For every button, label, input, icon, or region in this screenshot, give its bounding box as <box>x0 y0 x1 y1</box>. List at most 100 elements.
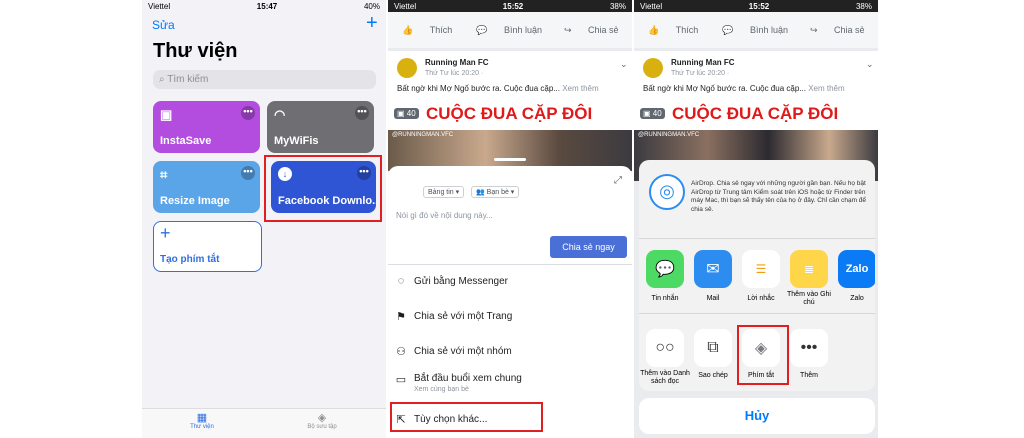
post-text: Bất ngờ khi Mợ Ngố bước ra. Cuộc đua cặp… <box>643 84 845 93</box>
post-action-bar: 👍 Thích 💬 Bình luận ↪ Chia sẻ <box>388 12 632 48</box>
notes-icon[interactable]: ≣ <box>790 250 828 288</box>
clock: 15:52 <box>748 1 770 11</box>
shortcut-label: Resize Image <box>160 195 230 207</box>
watch-party-icon: ▭ <box>395 374 407 386</box>
more-icon[interactable]: ••• <box>241 166 255 180</box>
search-input[interactable]: ⌕ Tìm kiếm <box>153 70 376 89</box>
group-icon: ⚇ <box>396 346 406 358</box>
video-thumbnail[interactable]: @RUNNINGMAN.VFC <box>388 130 632 171</box>
tab-library[interactable]: ▦ Thư viện <box>182 412 222 430</box>
cancel-button[interactable]: Hủy <box>639 398 875 434</box>
status-bar: Viettel 15:52 38% <box>388 0 632 12</box>
more-icon[interactable]: ••• <box>355 106 369 120</box>
app-label: Mail <box>706 295 720 302</box>
ios-share-sheet-screen: Viettel 15:52 38% 👍 Thích 💬 Bình luận ↪ … <box>634 0 878 438</box>
create-shortcut-button[interactable]: + Tạo phím tắt <box>153 221 262 272</box>
see-more-link[interactable]: Xem thêm <box>562 84 598 93</box>
battery: 38% <box>609 1 626 11</box>
wifi-icon: ◠ <box>274 107 286 122</box>
audience-friends-select[interactable]: 👥 Bạn bè ▾ <box>471 186 520 198</box>
page-name[interactable]: Running Man FC <box>425 58 489 67</box>
app-label: Tin nhắn <box>651 295 679 302</box>
messages-icon[interactable]: 💬 <box>646 250 684 288</box>
status-bar: Viettel 15:52 38% <box>634 0 878 12</box>
activity-sheet: ◎ AirDrop. Chia sẻ ngay với những người … <box>639 160 875 391</box>
share-text-input[interactable]: Nói gì đó về nội dung này... <box>396 211 493 220</box>
share-button[interactable]: ↪ Chia sẻ <box>564 25 619 36</box>
comment-button[interactable]: 💬 Bình luận <box>476 25 542 36</box>
avatar[interactable] <box>643 58 663 78</box>
more-icon[interactable]: ⌄ <box>620 59 628 70</box>
avatar[interactable] <box>397 58 417 78</box>
more-icon[interactable]: ••• <box>241 106 255 120</box>
create-shortcut-label: Tạo phím tắt <box>160 254 220 265</box>
grid-icon: ▦ <box>196 412 208 424</box>
flag-icon: ⚑ <box>396 311 406 323</box>
divider <box>639 313 875 314</box>
comment-button[interactable]: 💬 Bình luận <box>722 25 788 36</box>
highlight-box <box>264 155 382 222</box>
post-time: Thứ Tư lúc 20:20 · <box>425 70 484 77</box>
mail-icon[interactable]: ✉ <box>694 250 732 288</box>
share-sheet: ⤢ Bảng tin ▾ 👥 Bạn bè ▾ Nói gì đó về nội… <box>388 158 632 438</box>
shortcut-mywifis[interactable]: ◠ ••• MyWiFis <box>267 101 374 153</box>
drag-handle[interactable] <box>494 158 526 161</box>
menu-watch-party[interactable]: ▭ Bắt đầu buổi xem chung Xem cùng bạn bè <box>394 373 630 393</box>
highlight-box <box>390 402 543 432</box>
more-icon[interactable]: ••• <box>790 329 828 367</box>
divider <box>639 238 875 239</box>
audience-feed-select[interactable]: Bảng tin ▾ <box>423 186 465 198</box>
expand-icon[interactable]: ⤢ <box>614 175 622 186</box>
app-label: Lời nhắc <box>747 295 775 302</box>
like-button[interactable]: 👍 Thích <box>402 25 452 36</box>
app-label: Thêm vào Ghi chú <box>787 291 831 306</box>
menu-messenger[interactable]: ◌ Gửi bằng Messenger <box>394 275 630 287</box>
divider <box>388 264 632 265</box>
photo-count: ▣ 40 <box>640 108 665 119</box>
search-placeholder: Tìm kiếm <box>167 74 209 85</box>
menu-share-page[interactable]: ⚑ Chia sẻ với một Trang <box>394 310 630 323</box>
reminders-icon[interactable]: ☰ <box>742 250 780 288</box>
like-button[interactable]: 👍 Thích <box>648 25 698 36</box>
post-time: Thứ Tư lúc 20:20 · <box>671 70 730 77</box>
post-text: Bất ngờ khi Mợ Ngố bước ra. Cuộc đua cặp… <box>397 84 599 93</box>
watermark: @RUNNINGMAN.VFC <box>638 132 700 138</box>
banner: ▣ 40 CUỘC ĐUA CẶP ĐÔI <box>634 100 878 130</box>
battery: 38% <box>855 1 872 11</box>
carrier: Viettel <box>148 1 171 11</box>
photo-count: ▣ 40 <box>394 108 419 119</box>
post-action-bar: 👍 Thích 💬 Bình luận ↪ Chia sẻ <box>634 12 878 48</box>
banner-title: CUỘC ĐUA CẶP ĐÔI <box>426 104 593 123</box>
banner: ▣ 40 CUỘC ĐUA CẶP ĐÔI <box>388 100 632 130</box>
share-button[interactable]: ↪ Chia sẻ <box>810 25 865 36</box>
edit-button[interactable]: Sửa <box>152 18 175 32</box>
airdrop-icon[interactable]: ◎ <box>649 174 685 210</box>
tab-label: Bộ sưu tập <box>307 424 337 430</box>
copy-icon[interactable]: ⧉ <box>694 329 732 367</box>
clock: 15:52 <box>502 1 524 11</box>
shortcut-label: InstaSave <box>160 135 212 147</box>
page-name[interactable]: Running Man FC <box>671 58 735 67</box>
glasses-icon[interactable]: ○○ <box>646 329 684 367</box>
carrier: Viettel <box>394 1 417 11</box>
tab-gallery[interactable]: ◈ Bộ sưu tập <box>302 412 342 430</box>
more-icon[interactable]: ⌄ <box>866 59 874 70</box>
zalo-icon[interactable]: Zalo <box>838 250 875 288</box>
airdrop-text: AirDrop. Chia sẻ ngay với những người gầ… <box>691 180 867 213</box>
battery: 40% <box>363 1 380 11</box>
menu-share-group[interactable]: ⚇ Chia sẻ với một nhóm <box>394 345 630 358</box>
see-more-link[interactable]: Xem thêm <box>808 84 844 93</box>
highlight-box <box>737 325 789 385</box>
action-label: Sao chép <box>698 372 728 379</box>
tab-label: Thư viện <box>190 424 214 430</box>
status-bar: Viettel 15:47 40% <box>142 0 386 12</box>
plus-icon[interactable]: + <box>366 13 378 33</box>
app-label: Zalo <box>850 295 864 302</box>
search-icon: ⌕ <box>159 74 165 85</box>
post-card: Running Man FC Thứ Tư lúc 20:20 · ⌄ Bất … <box>388 51 632 171</box>
shortcut-instasave[interactable]: ▣ ••• InstaSave <box>153 101 260 153</box>
banner-title: CUỘC ĐUA CẶP ĐÔI <box>672 104 839 123</box>
shortcut-resize-image[interactable]: ⌗ ••• Resize Image <box>153 161 260 213</box>
share-now-button[interactable]: Chia sẻ ngay <box>550 236 627 258</box>
messenger-icon: ◌ <box>397 275 405 287</box>
